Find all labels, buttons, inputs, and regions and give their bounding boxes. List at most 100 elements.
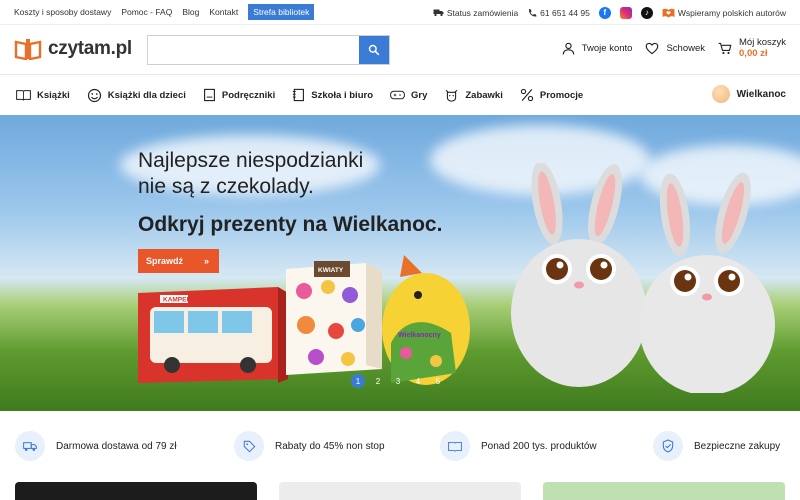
open-book-icon (440, 431, 470, 461)
flowers-box: KWIATY (286, 261, 382, 375)
wishlist-label: Schowek (666, 42, 706, 54)
notebook-icon (293, 88, 305, 102)
hero-products-illustration: KAMPER KWIATY Wielkanocny (138, 255, 470, 385)
user-icon (562, 42, 575, 54)
seasonal-label: Wielkanoc (736, 88, 786, 100)
book-heart-icon (662, 8, 675, 17)
cart-icon (718, 42, 732, 54)
hero-banner[interactable]: Najlepsze niespodzianki nie są z czekola… (0, 115, 800, 411)
link-blog[interactable]: Blog (182, 7, 199, 17)
wishlist-link[interactable]: Schowek (645, 42, 705, 55)
account-link[interactable]: Twoje konto (562, 42, 633, 55)
slide-dot-3[interactable]: 3 (391, 374, 405, 388)
feature-label: Bezpieczne zakupy (694, 440, 781, 452)
category-nav: Książki Książki dla dzieci Podręczniki S… (0, 75, 800, 115)
bunnies-illustration (511, 163, 775, 393)
feature-label: Ponad 200 tys. produktów (481, 440, 597, 452)
heart-icon (646, 42, 659, 54)
hero-tagline: Najlepsze niespodzianki nie są z czekola… (138, 148, 363, 200)
logo-text: czytam.pl (48, 38, 132, 59)
search-button[interactable] (359, 36, 389, 64)
link-contact[interactable]: Kontakt (209, 7, 238, 17)
library-zone-button[interactable]: Strefa bibliotek (248, 4, 315, 20)
tag-icon (234, 431, 264, 461)
slide-dot-5[interactable]: 5 (431, 374, 445, 388)
phone-number: 61 651 44 95 (540, 7, 590, 18)
cart-link[interactable]: Mój koszyk 0,00 zł (718, 37, 786, 59)
category-textbooks[interactable]: Podręczniki (203, 88, 275, 102)
phone-link[interactable]: 61 651 44 95 (527, 8, 590, 18)
support-authors-link[interactable]: Wspieramy polskich autorów (662, 8, 786, 18)
promo-card-2[interactable] (279, 482, 521, 500)
category-label: Promocje (539, 89, 584, 101)
category-promotions[interactable]: Promocje (520, 88, 583, 102)
order-status-link[interactable]: Status zamówienia (433, 8, 518, 18)
category-label: Podręczniki (221, 89, 276, 101)
category-label: Książki dla dzieci (107, 89, 186, 101)
slide-dot-1[interactable]: 1 (351, 374, 365, 388)
header-actions: Twoje konto Schowek Mój koszyk 0,00 zł (562, 37, 786, 59)
top-utility-bar: Koszty i sposoby dostawy Pomoc - FAQ Blo… (0, 0, 800, 25)
book-label: Wielkanocny (398, 332, 441, 339)
feature-label: Darmowa dostawa od 79 zł (56, 440, 177, 452)
book-icon (16, 90, 31, 101)
box-label-2: KWIATY (318, 267, 344, 274)
promo-card-1[interactable] (15, 482, 257, 500)
bunny-left (511, 163, 647, 387)
category-games[interactable]: Gry (390, 89, 427, 101)
gamepad-icon (390, 90, 405, 100)
category-toys[interactable]: Zabawki (444, 88, 503, 102)
bunny-right (639, 172, 775, 393)
facebook-icon[interactable]: f (598, 6, 611, 19)
box-label-1: KAMPER (163, 297, 191, 304)
hero-tagline-line1: Najlepsze niespodzianki (138, 149, 364, 172)
category-label: Szkoła i biuro (311, 89, 373, 101)
category-kids-books[interactable]: Książki dla dzieci (87, 88, 186, 103)
instagram-icon[interactable] (619, 6, 632, 19)
category-label: Zabawki (465, 89, 503, 101)
feature-products-count: Ponad 200 tys. produktów (440, 431, 597, 461)
slide-dot-4[interactable]: 4 (411, 374, 425, 388)
seasonal-easter-link[interactable]: Wielkanoc (711, 85, 786, 103)
cart-text: Mój koszyk 0,00 zł (739, 37, 786, 59)
teddy-bear-icon (446, 89, 458, 102)
truck-icon (15, 431, 45, 461)
chick-book: Wielkanocny (382, 255, 470, 385)
easter-egg-icon (711, 85, 730, 103)
smiley-icon (87, 88, 101, 102)
feature-free-delivery: Darmowa dostawa od 79 zł (15, 431, 177, 461)
percent-icon (520, 88, 534, 102)
hero-tagline-line2: nie są z czekolady. (138, 175, 314, 198)
site-logo[interactable]: czytam.pl (14, 38, 132, 60)
feature-discounts: Rabaty do 45% non stop (234, 431, 385, 461)
support-authors-label: Wspieramy polskich autorów (677, 7, 786, 18)
search-icon (368, 44, 380, 56)
top-links: Koszty i sposoby dostawy Pomoc - FAQ Blo… (0, 4, 315, 20)
category-school-office[interactable]: Szkoła i biuro (292, 88, 373, 102)
category-label: Gry (411, 89, 428, 101)
promo-card-3[interactable] (543, 482, 785, 500)
logo-book-icon (14, 39, 42, 60)
main-header: czytam.pl Twoje konto Schowek Mój koszyk… (0, 25, 800, 75)
slide-dot-2[interactable]: 2 (371, 374, 385, 388)
account-label: Twoje konto (581, 42, 633, 54)
phone-icon (529, 8, 537, 17)
link-delivery[interactable]: Koszty i sposoby dostawy (14, 7, 111, 17)
search-input[interactable] (148, 36, 359, 64)
feature-secure-shopping: Bezpieczne zakupy (653, 431, 780, 461)
tiktok-icon[interactable]: ♪ (640, 6, 653, 19)
shield-check-icon (653, 431, 683, 461)
top-right: Status zamówienia 61 651 44 95 f ♪ Wspie… (433, 0, 786, 25)
order-status-label: Status zamówienia (446, 7, 519, 18)
link-faq[interactable]: Pomoc - FAQ (121, 7, 172, 17)
search-bar (147, 35, 390, 65)
feature-label: Rabaty do 45% non stop (275, 440, 385, 452)
category-books[interactable]: Książki (16, 89, 70, 101)
cart-value: 0,00 zł (739, 48, 768, 59)
category-label: Książki (37, 89, 70, 101)
truck-icon (433, 9, 444, 17)
slider-pagination: 1 2 3 4 5 (351, 374, 445, 388)
features-strip: Darmowa dostawa od 79 zł Rabaty do 45% n… (0, 411, 800, 479)
cart-label: Mój koszyk (739, 37, 786, 48)
textbook-icon (203, 88, 215, 102)
